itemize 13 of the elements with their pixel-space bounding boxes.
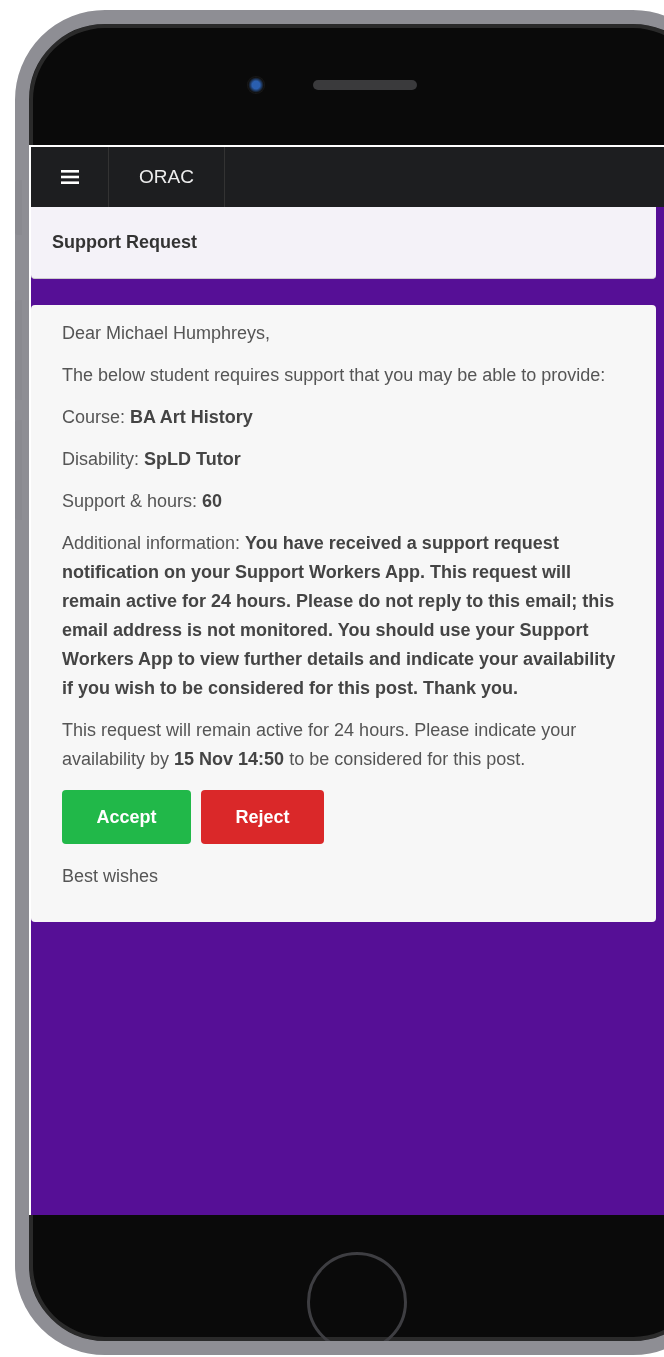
reject-button[interactable]: Reject: [201, 790, 324, 844]
message-paragraph: Disability: SpLD Tutor: [62, 448, 242, 471]
message-paragraph: Dear Michael Humphreys,: [62, 322, 272, 345]
message-paragraph: Course: BA Art History: [62, 406, 254, 429]
menu-icon: [60, 170, 79, 184]
message-paragraph: Support & hours: 60: [62, 490, 224, 513]
accept-button[interactable]: Accept: [62, 790, 191, 844]
message-paragraph: Additional information: You have received a support request notification on your Support Workers App. This request will remain active for 24 hours. Please do not reply to this email; this email address is not monitored. You should use your Support Workers App to view further details and indicate your availability if you wish to be considered for this post. Thank you.: [62, 532, 617, 700]
message-paragraph: This request will remain active for 24 hours. Please indicate your availability by 15 Nov 14:50 to be considered for this post.: [62, 719, 578, 771]
page-title: Support Request: [52, 232, 197, 253]
camera-icon: [247, 75, 265, 94]
closing-text: Best wishes: [62, 865, 160, 888]
message-paragraph: The below student requires support that you may be able to provide:: [62, 364, 607, 387]
